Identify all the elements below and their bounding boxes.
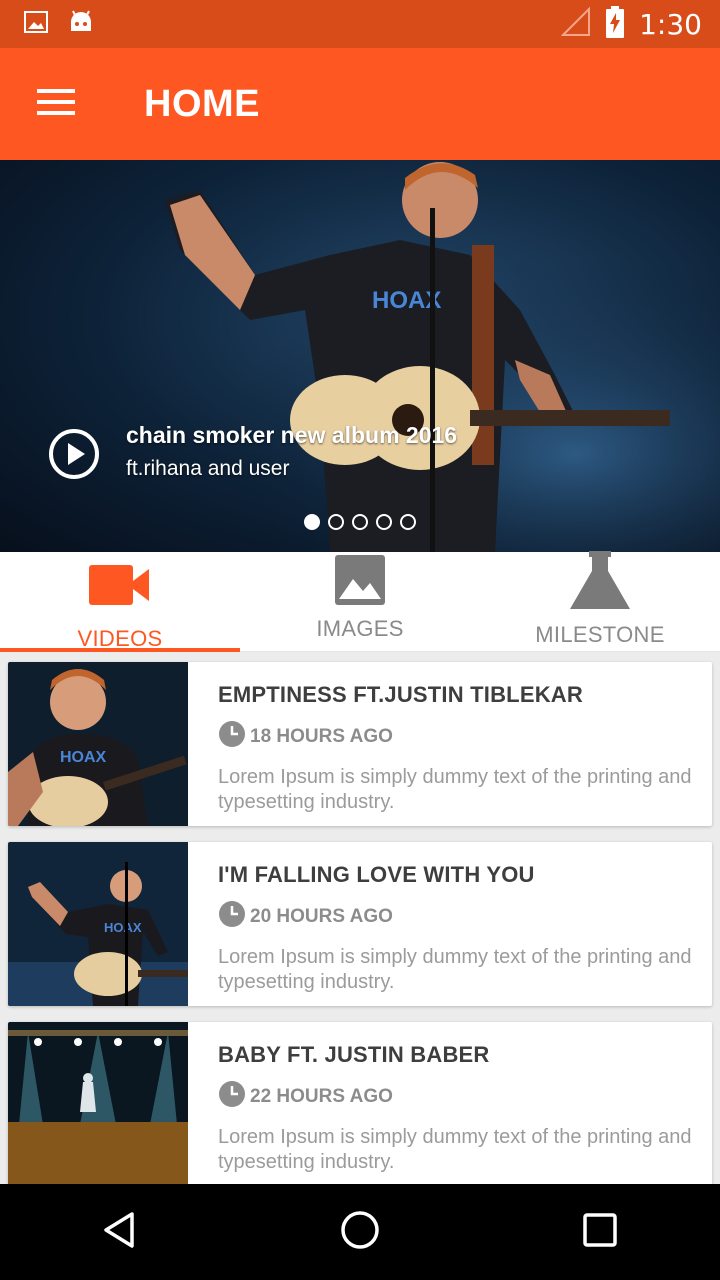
- hero-banner[interactable]: HOAX chain smoker new album 2016 ft.riha…: [0, 160, 720, 552]
- menu-button[interactable]: [0, 48, 112, 160]
- status-bar: 1:30: [0, 0, 720, 48]
- banner-subtitle: ft.rihana and user: [126, 457, 290, 480]
- slide-dot[interactable]: [400, 514, 416, 530]
- tab-bar: VIDEOS IMAGES MILESTONE: [0, 551, 720, 652]
- hamburger-menu-icon: [37, 88, 75, 121]
- app-bar: HOME: [0, 48, 720, 160]
- item-time: 22 HOURS AGO: [250, 1085, 393, 1107]
- status-time: 1:30: [639, 7, 702, 41]
- android-icon: [68, 9, 94, 40]
- slide-indicator: [304, 514, 416, 530]
- system-nav-bar: [0, 1184, 720, 1280]
- list-item[interactable]: HOAX I'M FALLING LOVE WITH YOU 20 HOURS …: [8, 842, 712, 1006]
- video-list: HOAX EMPTINESS FT.JUSTIN TIBLEKAR 18 HOU…: [8, 662, 712, 1202]
- item-title: BABY FT. JUSTIN BABER: [218, 1042, 490, 1067]
- item-title: EMPTINESS FT.JUSTIN TIBLEKAR: [218, 682, 583, 707]
- tab-videos[interactable]: VIDEOS: [0, 552, 240, 652]
- videocam-icon: [89, 563, 151, 612]
- video-thumbnail: HOAX: [8, 662, 188, 826]
- svg-text:HOAX: HOAX: [104, 920, 142, 935]
- slide-dot[interactable]: [376, 514, 392, 530]
- banner-image: HOAX: [0, 160, 720, 552]
- svg-text:HOAX: HOAX: [60, 749, 107, 766]
- tab-images[interactable]: IMAGES: [240, 552, 480, 652]
- image-notification-icon: [24, 10, 48, 39]
- item-description: Lorem Ipsum is simply dummy text of the …: [218, 946, 692, 993]
- page-title: HOME: [144, 82, 260, 125]
- flask-icon: [569, 551, 631, 616]
- clock-icon: [218, 900, 246, 933]
- home-button[interactable]: [300, 1184, 420, 1280]
- signal-icon: [560, 6, 591, 42]
- item-description: Lorem Ipsum is simply dummy text of the …: [218, 766, 692, 813]
- list-item[interactable]: BABY FT. JUSTIN BABER 22 HOURS AGO Lorem…: [8, 1022, 712, 1186]
- recents-button[interactable]: [540, 1184, 660, 1280]
- battery-charging-icon: [605, 5, 625, 43]
- item-time: 18 HOURS AGO: [250, 725, 393, 747]
- banner-title: chain smoker new album 2016: [126, 422, 458, 448]
- slide-dot[interactable]: [304, 514, 320, 530]
- item-title: I'M FALLING LOVE WITH YOU: [218, 862, 535, 887]
- play-circle-icon[interactable]: [48, 428, 100, 485]
- clock-icon: [218, 1080, 246, 1113]
- tab-label: VIDEOS: [77, 626, 163, 651]
- video-thumbnail: [8, 1022, 188, 1186]
- back-triangle-icon: [100, 1210, 140, 1255]
- item-time: 20 HOURS AGO: [250, 905, 393, 927]
- clock-icon: [218, 720, 246, 753]
- recents-square-icon: [582, 1212, 618, 1253]
- home-circle-icon: [339, 1209, 381, 1256]
- slide-dot[interactable]: [328, 514, 344, 530]
- list-item[interactable]: HOAX EMPTINESS FT.JUSTIN TIBLEKAR 18 HOU…: [8, 662, 712, 826]
- tab-label: IMAGES: [316, 616, 404, 641]
- video-thumbnail: HOAX: [8, 842, 188, 1006]
- banner-caption: chain smoker new album 2016 ft.rihana an…: [126, 422, 457, 481]
- back-button[interactable]: [60, 1184, 180, 1280]
- tab-label: MILESTONE: [535, 622, 665, 647]
- tab-milestone[interactable]: MILESTONE: [480, 551, 720, 652]
- slide-dot[interactable]: [352, 514, 368, 530]
- image-icon: [335, 555, 385, 610]
- item-description: Lorem Ipsum is simply dummy text of the …: [218, 1126, 692, 1173]
